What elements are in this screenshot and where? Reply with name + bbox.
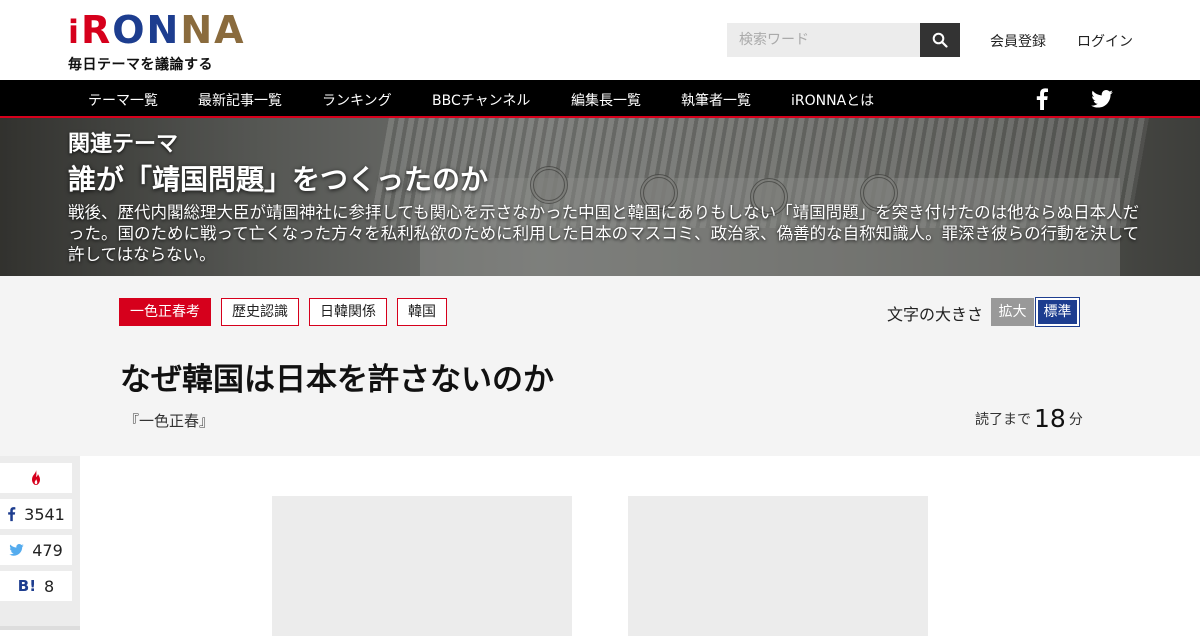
- search-bar: [727, 23, 960, 57]
- search-icon: [932, 32, 948, 48]
- theme-hero: 関連テーマ 誰が「靖国問題」をつくったのか 戦後、歴代内閣総理大臣が靖国神社に参…: [0, 118, 1200, 276]
- share-hatena[interactable]: B! 8: [0, 571, 72, 601]
- tag-japan-korea[interactable]: 日韓関係: [309, 298, 387, 326]
- twitter-icon: [1091, 90, 1113, 108]
- nav-item-writers[interactable]: 執筆者一覧: [681, 90, 751, 110]
- hero-theme-title[interactable]: 誰が「靖国問題」をつくったのか: [68, 158, 488, 198]
- facebook-icon: [8, 507, 16, 522]
- tag-ishiki[interactable]: 一色正春考: [119, 298, 211, 326]
- twitter-icon: [9, 544, 24, 556]
- read-time-prefix: 読了まで: [975, 412, 1031, 428]
- read-time: 読了まで 18 分: [975, 404, 1083, 433]
- hatena-count: 8: [44, 576, 55, 596]
- twitter-count: 479: [32, 540, 63, 560]
- read-time-minutes: 18: [1034, 404, 1066, 433]
- tag-history[interactable]: 歴史認識: [221, 298, 299, 326]
- article-title: なぜ韓国は日本を許さないのか: [120, 362, 554, 398]
- fire-icon: [32, 470, 40, 485]
- site-header: iRONNA 毎日テーマを議論する 会員登録 ログイン: [0, 0, 1200, 80]
- hero-kicker: 関連テーマ: [68, 132, 179, 157]
- nav-item-about[interactable]: iRONNAとは: [791, 90, 874, 110]
- logo-wordmark: iRONNA: [68, 8, 246, 52]
- nav-item-editors[interactable]: 編集長一覧: [571, 90, 641, 110]
- hatena-icon: B!: [17, 577, 37, 595]
- search-input[interactable]: [727, 23, 920, 57]
- site-logo[interactable]: iRONNA 毎日テーマを議論する: [68, 10, 244, 73]
- share-twitter[interactable]: 479: [0, 535, 72, 565]
- ad-placeholder-right: [628, 496, 928, 636]
- hero-description: 戦後、歴代内閣総理大臣が靖国神社に参拝しても関心を示さなかった中国と韓国にありも…: [68, 203, 1140, 264]
- share-hot[interactable]: [0, 463, 72, 493]
- article-author[interactable]: 『一色正春』: [124, 410, 214, 431]
- nav-twitter-link[interactable]: [1091, 88, 1113, 110]
- nav-item-bbc[interactable]: BBCチャンネル: [432, 90, 530, 110]
- nav-item-ranking[interactable]: ランキング: [322, 90, 392, 110]
- share-facebook[interactable]: 3541: [0, 499, 72, 529]
- font-size-normal-button[interactable]: 標準: [1035, 297, 1080, 327]
- article-body: 3541 479 B! 8: [0, 456, 1200, 636]
- nav-item-themes[interactable]: テーマ一覧: [88, 90, 158, 110]
- login-link[interactable]: ログイン: [1077, 31, 1133, 51]
- main-nav: テーマ一覧 最新記事一覧 ランキング BBCチャンネル 編集長一覧 執筆者一覧 …: [0, 80, 1200, 118]
- share-divider: [0, 626, 80, 630]
- share-sidebar: 3541 479 B! 8: [0, 456, 80, 630]
- tag-korea[interactable]: 韓国: [397, 298, 447, 326]
- ad-placeholder-left: [272, 496, 572, 636]
- font-size-large-button[interactable]: 拡大: [991, 298, 1034, 326]
- logo-tagline: 毎日テーマを議論する: [68, 57, 213, 73]
- facebook-count: 3541: [24, 504, 65, 524]
- nav-facebook-link[interactable]: [1031, 88, 1053, 110]
- facebook-icon: [1036, 88, 1048, 110]
- font-size-label: 文字の大きさ: [887, 305, 984, 324]
- read-time-suffix: 分: [1068, 412, 1083, 428]
- register-link[interactable]: 会員登録: [990, 31, 1046, 51]
- nav-item-latest[interactable]: 最新記事一覧: [198, 90, 282, 110]
- search-button[interactable]: [920, 23, 960, 57]
- article-header: 一色正春考 歴史認識 日韓関係 韓国 文字の大きさ 拡大 標準 なぜ韓国は日本を…: [0, 276, 1200, 456]
